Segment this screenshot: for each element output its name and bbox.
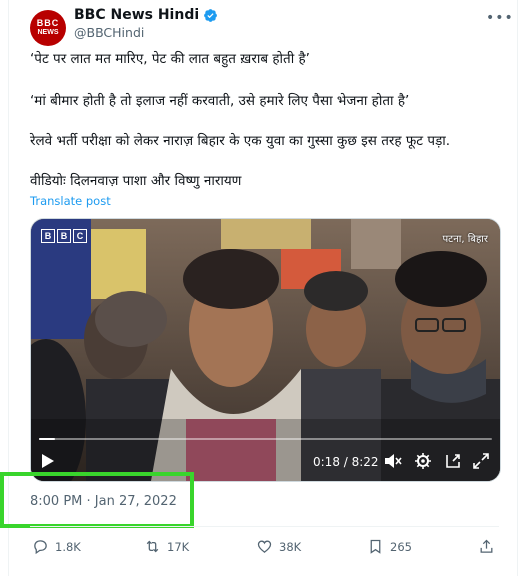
bbc-watermark-letter: C <box>73 229 87 243</box>
bbc-watermark: B B C <box>41 229 87 243</box>
display-name-text: BBC News Hindi <box>74 7 200 23</box>
bookmark-count: 265 <box>390 539 412 554</box>
bookmark-button[interactable]: 265 <box>367 538 412 555</box>
video-progress-bar[interactable] <box>39 438 492 440</box>
mute-icon[interactable] <box>384 453 402 473</box>
play-icon[interactable] <box>41 453 55 473</box>
post-text-line-3: रेलवे भर्ती परीक्षा को लेकर नाराज़ बिहार… <box>30 133 451 149</box>
bookmark-icon <box>370 539 381 554</box>
video-progress-fill <box>39 438 56 440</box>
settings-gear-icon[interactable] <box>415 453 431 473</box>
verified-badge-icon <box>204 8 218 22</box>
divider <box>30 526 499 527</box>
reply-button[interactable]: 1.8K <box>32 538 81 555</box>
share-button[interactable] <box>478 538 495 555</box>
account-handle[interactable]: @BBCHindi <box>74 25 144 40</box>
repost-icon <box>146 540 159 553</box>
like-button[interactable]: 38K <box>256 538 301 555</box>
avatar-news-text: NEWS <box>37 29 59 36</box>
video-location-label: पटना, बिहार <box>442 234 488 245</box>
post-text-line-4: वीडियोः दिलनवाज़ पाशा और विष्णु नारायण <box>30 173 242 189</box>
video-frame-image <box>31 219 500 481</box>
repost-button[interactable]: 17K <box>144 538 189 555</box>
reply-count: 1.8K <box>55 539 81 554</box>
more-options-icon[interactable]: ••• <box>486 10 514 26</box>
post-text-line-1: ‘पेट पर लात मत मारिए, पेट की लात बहुत ख़… <box>30 51 310 67</box>
bbc-watermark-letter: B <box>41 229 55 243</box>
avatar-bbc-text: BBC <box>36 18 60 28</box>
display-name[interactable]: BBC News Hindi <box>74 7 218 23</box>
like-count: 38K <box>279 539 302 554</box>
translate-post-link[interactable]: Translate post <box>30 194 111 208</box>
fullscreen-icon[interactable] <box>473 453 489 473</box>
bbc-watermark-letter: B <box>57 229 71 243</box>
avatar[interactable]: BBC NEWS <box>30 10 66 46</box>
video-time-readout: 0:18 / 8:22 <box>313 455 379 469</box>
reply-icon <box>34 540 47 555</box>
heart-icon <box>257 540 272 553</box>
video-player[interactable]: B B C पटना, बिहार 0:18 / 8:22 <box>30 218 501 482</box>
share-icon <box>480 539 493 553</box>
repost-count: 17K <box>167 539 190 554</box>
picture-in-picture-icon[interactable] <box>445 453 461 473</box>
post-text-line-2: ‘मां बीमार होती है तो इलाज नहीं करवाती, … <box>30 93 410 109</box>
timestamp-highlight-box <box>0 472 194 528</box>
